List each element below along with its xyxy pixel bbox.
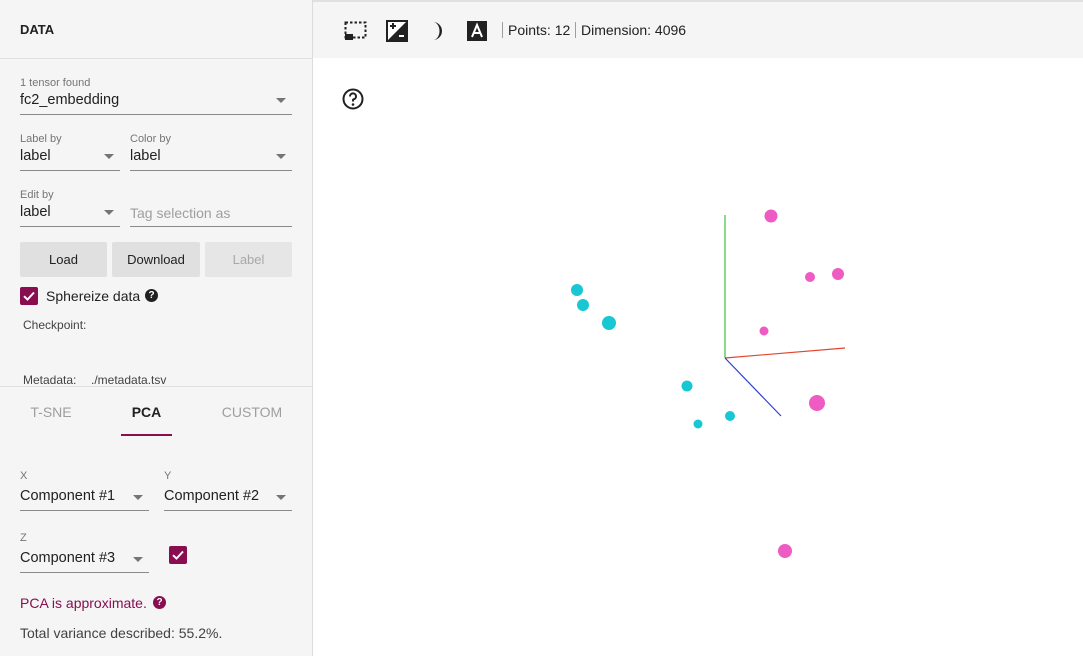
edit-by-label: Edit by	[20, 189, 54, 201]
night-mode-icon[interactable]	[385, 20, 409, 42]
color-by-label: Color by	[130, 133, 171, 145]
pca-x-value: Component #1	[20, 488, 116, 504]
sphereize-label: Sphereize data	[46, 288, 141, 304]
embedding-point[interactable]	[764, 209, 778, 223]
embedding-point[interactable]	[681, 380, 693, 392]
tensor-value: fc2_embedding	[20, 92, 120, 108]
pca-y-value: Component #2	[164, 488, 260, 504]
pca-approx-note: PCA is approximate.	[20, 595, 147, 611]
pca-z-label: Z	[20, 532, 27, 544]
label-by-label: Label by	[20, 133, 62, 145]
points	[571, 209, 844, 558]
load-button[interactable]: Load	[20, 242, 107, 277]
embedding-point[interactable]	[809, 395, 825, 411]
toolbar-separator	[575, 22, 576, 38]
checkpoint-label: Checkpoint:	[23, 318, 87, 332]
tag-selection-input[interactable]: Tag selection as	[130, 189, 292, 227]
moon-icon[interactable]	[425, 20, 449, 42]
data-panel-title: DATA	[20, 22, 55, 37]
embedding-point[interactable]	[805, 272, 815, 282]
chevron-down-icon	[133, 557, 143, 562]
left-panel: DATA 1 tensor found fc2_embedding Label …	[0, 0, 313, 656]
points-count: Points: 12	[508, 22, 571, 38]
data-header: DATA	[0, 0, 312, 59]
pca-y-label: Y	[164, 470, 172, 482]
help-icon[interactable]: ?	[153, 596, 166, 609]
chevron-down-icon	[276, 154, 286, 159]
download-button[interactable]: Download	[112, 242, 200, 277]
axes	[724, 215, 846, 417]
projection-tabs: T-SNE PCA CUSTOM	[0, 386, 312, 438]
z-axis-line	[724, 357, 782, 417]
active-tab-indicator	[121, 434, 172, 436]
projection-viewport[interactable]	[313, 58, 1083, 656]
check-icon	[172, 550, 184, 560]
embedding-point[interactable]	[778, 544, 792, 558]
embedding-point[interactable]	[571, 284, 583, 296]
embedding-point[interactable]	[832, 268, 844, 280]
embedding-scatter[interactable]	[313, 58, 1083, 656]
tensor-select[interactable]: 1 tensor found fc2_embedding	[20, 77, 292, 115]
label-button[interactable]: Label	[205, 242, 292, 277]
selection-box-icon[interactable]	[344, 20, 368, 42]
pca-z-checkbox[interactable]	[169, 546, 187, 564]
chevron-down-icon	[276, 495, 286, 500]
dimension-count: Dimension: 4096	[581, 22, 687, 38]
embedding-point[interactable]	[759, 326, 769, 336]
chevron-down-icon	[104, 210, 114, 215]
color-by-value: label	[130, 148, 161, 164]
embedding-point[interactable]	[725, 411, 735, 421]
total-variance: Total variance described: 55.2%.	[20, 625, 223, 641]
check-icon	[23, 291, 35, 301]
color-by-select[interactable]: Color by label	[130, 133, 292, 171]
pca-z-select[interactable]: Z Component #3	[20, 532, 149, 573]
pca-y-select[interactable]: Y Component #2	[164, 470, 292, 511]
x-axis-line	[724, 347, 846, 359]
embedding-point[interactable]	[602, 316, 616, 330]
chevron-down-icon	[104, 154, 114, 159]
sphereize-checkbox[interactable]	[20, 287, 38, 305]
chevron-down-icon	[133, 495, 143, 500]
tab-pca[interactable]: PCA	[121, 387, 172, 438]
tensor-count-label: 1 tensor found	[20, 77, 91, 89]
toolbar-separator	[502, 22, 503, 38]
labels-icon[interactable]	[465, 20, 489, 42]
label-by-select[interactable]: Label by label	[20, 133, 120, 171]
metadata-value: ./metadata.tsv	[91, 373, 167, 387]
tag-selection-placeholder: Tag selection as	[130, 205, 231, 221]
metadata-label: Metadata:	[23, 373, 77, 387]
edit-by-select[interactable]: Edit by label	[20, 189, 120, 227]
embedding-point[interactable]	[577, 299, 589, 311]
pca-z-value: Component #3	[20, 550, 116, 566]
help-icon[interactable]: ?	[145, 289, 158, 302]
chevron-down-icon	[276, 98, 286, 103]
pca-x-select[interactable]: X Component #1	[20, 470, 149, 511]
toolbar: Points: 12 Dimension: 4096	[313, 0, 1083, 58]
embedding-point[interactable]	[693, 419, 703, 429]
pca-x-label: X	[20, 470, 28, 482]
tab-custom[interactable]: CUSTOM	[216, 387, 288, 438]
tab-tsne[interactable]: T-SNE	[20, 387, 82, 438]
